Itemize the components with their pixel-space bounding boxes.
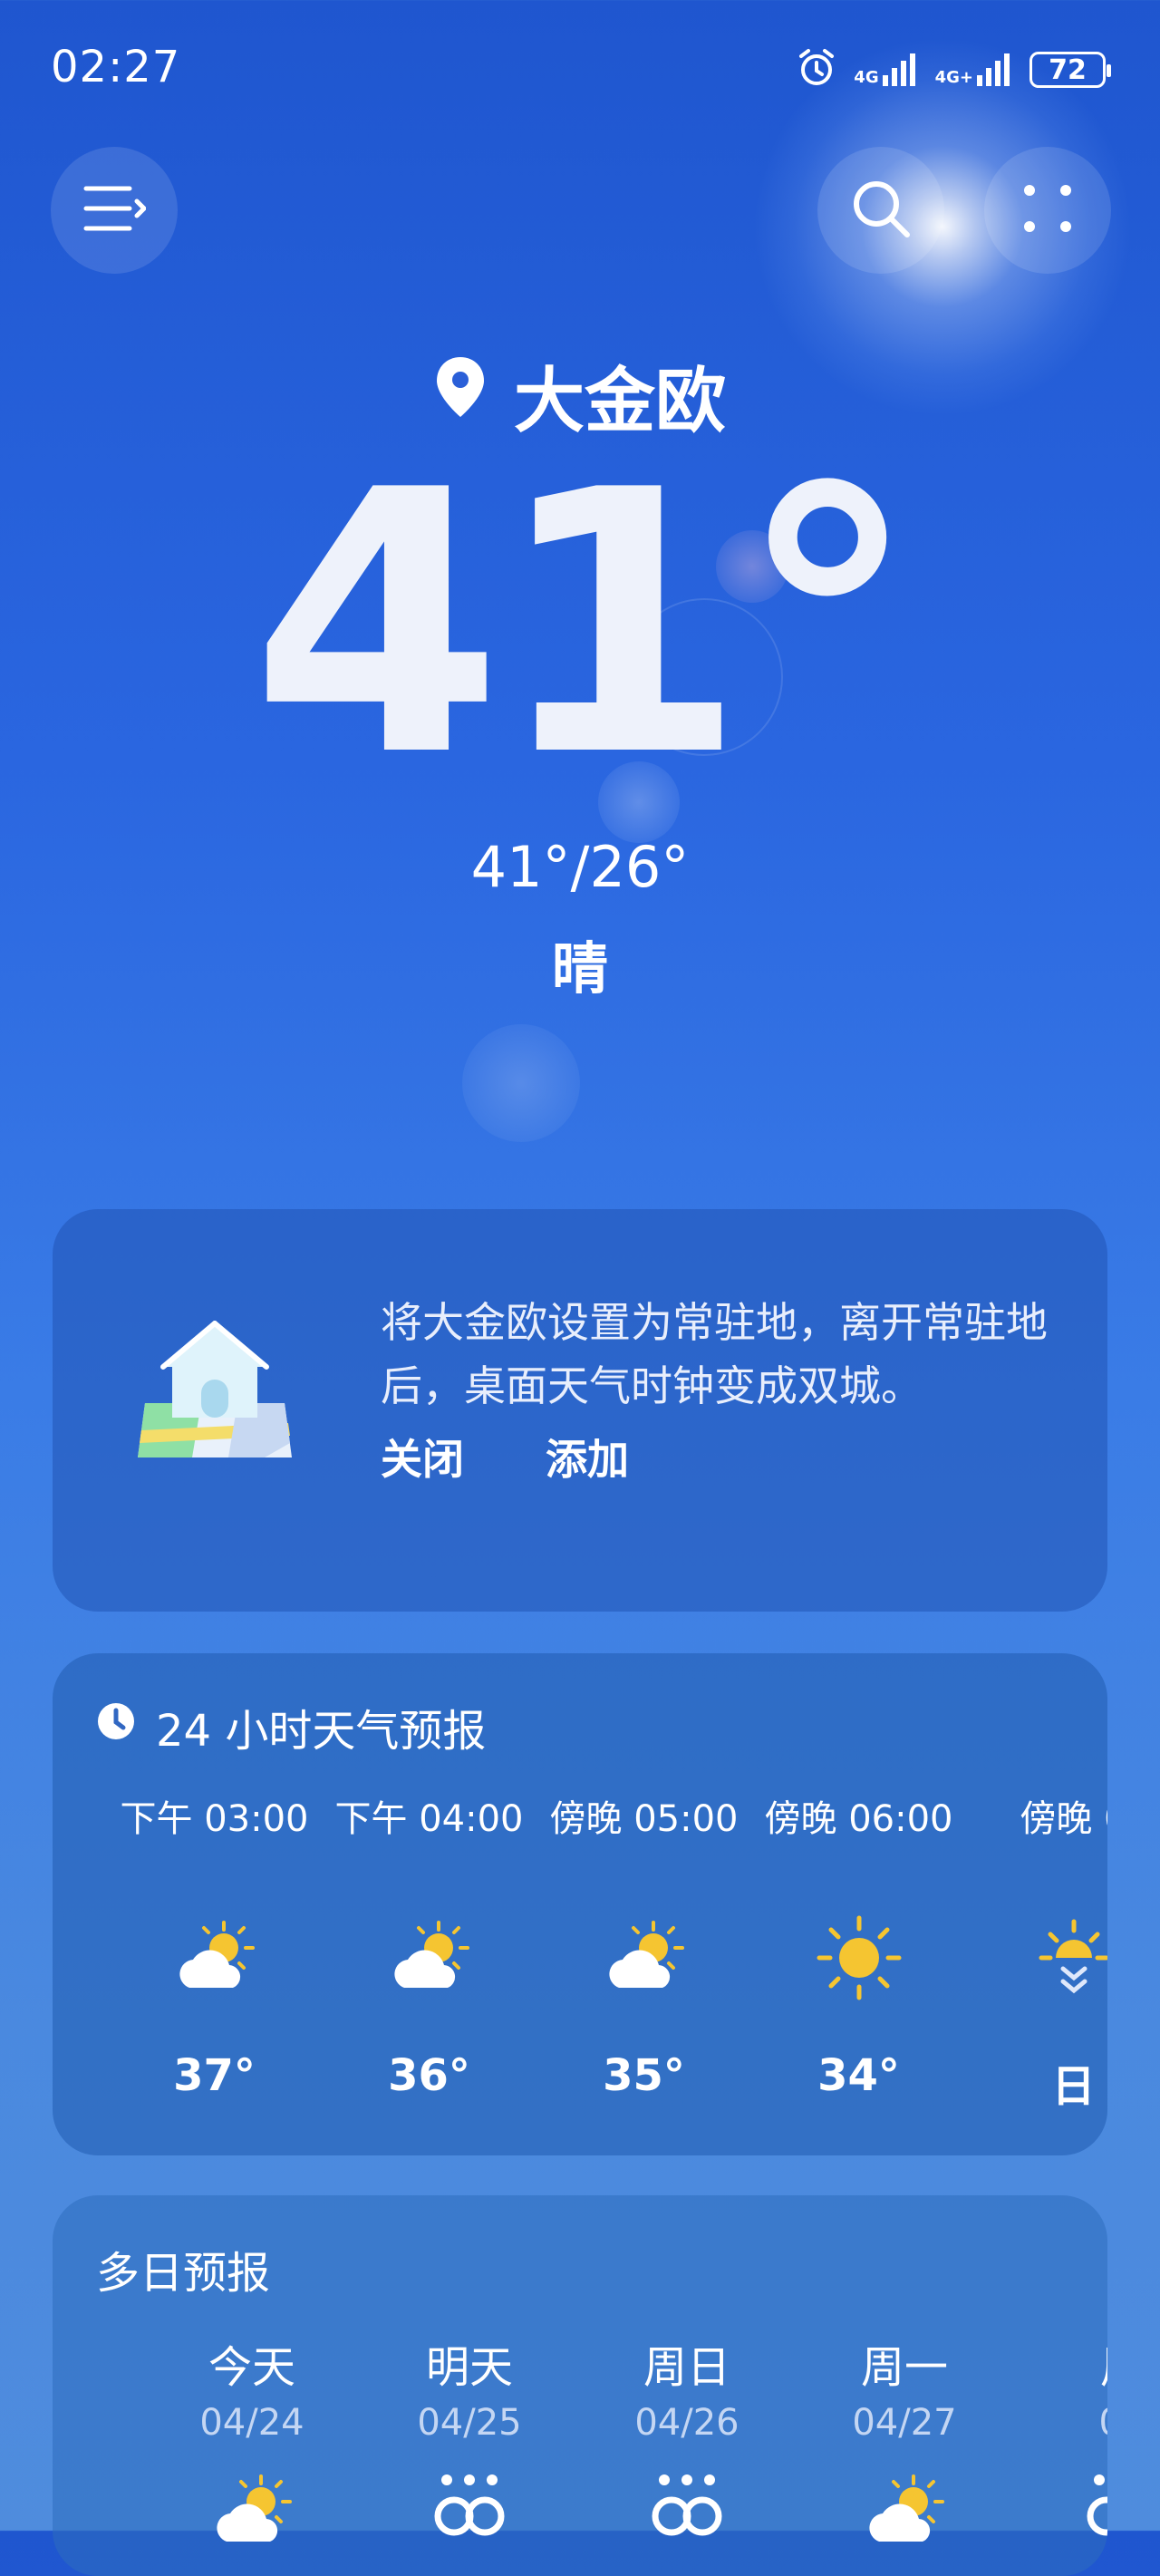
hour-temp: 35° — [603, 2050, 685, 2101]
home-map-icon — [129, 1316, 301, 1474]
dust-icon — [646, 2471, 728, 2552]
menu-icon — [82, 183, 147, 237]
lens-flare — [462, 1024, 580, 1142]
alarm-icon — [796, 47, 837, 92]
daily-forecast-title: 多日预报 — [96, 2248, 271, 2299]
daily-list[interactable]: 今天 04/24 明天 04/25 周日 04/26 周一 04/27 — [143, 2331, 1107, 2552]
close-button[interactable]: 关闭 — [381, 1427, 464, 1487]
hour-item: 傍晚 0 日 — [966, 1789, 1107, 2114]
signal-2-icon: 4G+ — [935, 53, 1013, 86]
status-time: 02:27 — [51, 42, 181, 92]
hour-item: 傍晚 06:00 34° — [751, 1789, 966, 2114]
more-button[interactable] — [984, 147, 1111, 274]
add-button[interactable]: 添加 — [546, 1427, 629, 1487]
hour-temp: 34° — [817, 2050, 900, 2101]
weather-condition: 晴 — [551, 935, 608, 1002]
day-name: 今天 — [208, 2342, 295, 2393]
hour-time: 下午 03:00 — [120, 1798, 309, 1840]
hour-temp: 日 — [1051, 2061, 1096, 2112]
hour-temp: 36° — [388, 2050, 470, 2101]
hour-time: 下午 04:00 — [334, 1798, 524, 1840]
hour-time: 傍晚 06:00 — [764, 1798, 953, 1840]
hour-item: 下午 03:00 37° — [107, 1789, 322, 2114]
hourly-forecast-title: 24 小时天气预报 — [96, 1695, 486, 1758]
hourly-title-text: 24 小时天气预报 — [156, 1706, 487, 1757]
daily-forecast-card: 多日预报 今天 04/24 明天 04/25 周日 04/26 周一 04/27 — [53, 2195, 1107, 2576]
search-icon — [849, 177, 913, 244]
sun-icon — [814, 1913, 904, 2007]
partly-cloudy-icon — [599, 1917, 690, 2002]
dust-icon — [429, 2471, 510, 2552]
signal-1-icon: 4G — [854, 53, 918, 86]
search-button[interactable] — [817, 147, 944, 274]
day-date: 04/25 — [417, 2402, 522, 2444]
day-date: 04/27 — [852, 2402, 957, 2444]
partly-cloudy-icon — [207, 2471, 297, 2552]
more-dots-icon — [1022, 183, 1073, 237]
partly-cloudy-icon — [384, 1917, 475, 2002]
day-item: 今天 04/24 — [143, 2331, 361, 2552]
day-name: 周日 — [643, 2342, 730, 2393]
day-date: 04/24 — [199, 2402, 304, 2444]
partly-cloudy-icon — [859, 2471, 950, 2552]
clock-icon — [96, 1701, 136, 1752]
day-item: 周一 04/27 — [796, 2331, 1013, 2552]
day-date: 04 — [1013, 2402, 1107, 2444]
day-item: 明天 04/25 — [361, 2331, 578, 2552]
hour-temp: 37° — [173, 2050, 256, 2101]
battery-indicator: 72 — [1030, 52, 1111, 88]
partly-cloudy-icon — [169, 1917, 260, 2002]
day-name: 周 — [1013, 2331, 1107, 2395]
day-item: 周 04 — [1013, 2331, 1107, 2552]
menu-button[interactable] — [51, 147, 178, 274]
hour-item: 下午 04:00 36° — [322, 1789, 536, 2114]
day-name: 周一 — [860, 2342, 948, 2393]
day-name: 明天 — [425, 2342, 513, 2393]
hourly-list[interactable]: 下午 03:00 37° 下午 04:00 36° 傍晚 05:00 35° 傍… — [107, 1789, 1107, 2114]
hour-item: 傍晚 05:00 35° — [536, 1789, 751, 2114]
sunset-icon — [1029, 1913, 1107, 2007]
status-icons: 4G 4G+ 72 — [796, 47, 1111, 92]
current-temperature: 41° — [250, 414, 919, 836]
hour-time: 傍晚 05:00 — [549, 1798, 739, 1840]
day-date: 04/26 — [634, 2402, 740, 2444]
residence-tip-text: 将大金欧设置为常驻地，离开常驻地后，桌面天气时钟变成双城。 — [381, 1298, 1048, 1410]
dust-icon — [1081, 2471, 1107, 2552]
day-item: 周日 04/26 — [578, 2331, 796, 2552]
hourly-forecast-card: 24 小时天气预报 下午 03:00 37° 下午 04:00 36° 傍晚 0… — [53, 1653, 1107, 2155]
set-residence-card: 将大金欧设置为常驻地，离开常驻地后，桌面天气时钟变成双城。 关闭 添加 — [53, 1209, 1107, 1612]
tip-actions: 关闭 添加 — [381, 1427, 629, 1487]
temperature-range: 41°/26° — [470, 834, 690, 900]
hour-time: 傍晚 0 — [1020, 1798, 1107, 1840]
